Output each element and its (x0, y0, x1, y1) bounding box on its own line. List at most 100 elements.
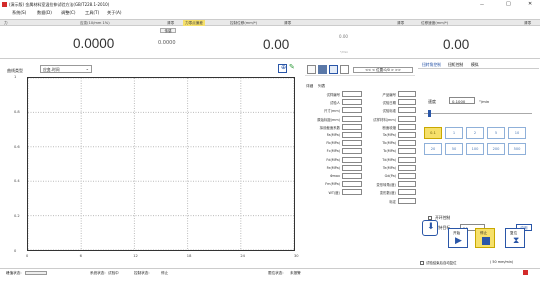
param-label-right: Te(MPa) (382, 165, 396, 170)
auto-reset-checkbox[interactable] (420, 261, 424, 265)
param-field-left[interactable] (342, 156, 362, 163)
param-label-right: 断面收缩 (382, 125, 396, 130)
curve-type-select[interactable]: 应变-时间 ⌄ (40, 65, 92, 73)
speed-slider-track[interactable] (424, 113, 532, 114)
down-arrow-button[interactable]: ⬇ (422, 220, 438, 236)
tab-detail[interactable]: 详细 (306, 84, 313, 89)
menu-about[interactable]: 关于(A) (107, 10, 122, 16)
return-button[interactable]: 复位 ⧗ (505, 228, 525, 248)
menu-adjust[interactable]: 调整(C) (61, 10, 76, 16)
title-bar: (演示版) 金属材料室温拉伸试验方法(GB/T228.1-2010) — □ ✕ (0, 0, 540, 9)
param-label-right: 试样材料(mm) (373, 117, 396, 122)
status-sensor-value: 未报警 (290, 271, 301, 275)
param-field-right[interactable] (398, 107, 416, 114)
x-tick-label: 6 (79, 254, 82, 258)
speed-input[interactable]: 0.1000 (449, 97, 475, 104)
status-sys-value: 试验中 (108, 271, 119, 275)
grid-icon[interactable] (340, 65, 349, 74)
params-toolbar: << < 位置:0/0 > >> (305, 64, 415, 76)
start-button[interactable]: 开始 ▶ (448, 228, 468, 248)
param-label-right: Gd(Pa) (384, 174, 396, 178)
speed-preset-button[interactable]: 1 (445, 127, 463, 139)
speed-preset-button[interactable]: 50 (445, 143, 463, 155)
clear-speed-button[interactable]: 清零 (524, 20, 531, 26)
param-field-right[interactable] (398, 132, 416, 138)
edit-pen-icon[interactable]: ✎ (289, 63, 298, 73)
tab-list[interactable]: 列表 (318, 84, 325, 89)
status-sys-label: 系统状态: (90, 271, 106, 275)
speed-preset-button[interactable]: 5 (487, 127, 505, 139)
param-label-left: 尺寸(mm) (323, 109, 340, 114)
speed-preset-button[interactable]: 500 (508, 143, 526, 155)
param-label-right: 试验日期 (382, 101, 396, 106)
values-divider (0, 58, 540, 59)
param-field-right[interactable] (398, 123, 416, 130)
nav-group[interactable]: << < 位置:0/0 > >> (353, 67, 413, 73)
param-field-right[interactable] (398, 148, 416, 155)
clear-disp-button[interactable]: 清零 (397, 20, 404, 26)
param-field-right[interactable] (398, 115, 416, 122)
param-label-right: Td(MPa) (382, 157, 396, 162)
param-field-left[interactable] (342, 99, 362, 106)
param-field-left[interactable] (342, 173, 362, 179)
status-bar: 峰值状态: 系统状态: 试验中 控制状态: 停止 限位状态: 未报警 (0, 268, 540, 281)
param-field-right[interactable] (398, 197, 416, 204)
sensor-button[interactable]: 传感 (160, 28, 176, 33)
param-field-right[interactable] (398, 91, 416, 97)
param-label-right: Tb(MPa) (382, 141, 396, 146)
speed-header: 位移速度(mm/*) (421, 21, 449, 25)
speed-preset-button[interactable]: 20 (424, 143, 442, 155)
clear-strain-button[interactable]: 清零 (284, 20, 291, 26)
curve-type-value: 应变-时间 (43, 67, 60, 72)
window-title: (演示版) 金属材料室温拉伸试验方法(GB/T228.1-2010) (9, 2, 110, 7)
close-button[interactable]: ✕ (528, 1, 532, 7)
y-tick-label: 0.4 (14, 179, 20, 184)
param-field-left[interactable] (342, 115, 362, 122)
param-field-right[interactable] (398, 140, 416, 147)
param-field-right[interactable] (398, 173, 416, 179)
clear-force-button[interactable]: 清零 (167, 20, 174, 26)
stop-button[interactable]: 停止 (475, 228, 495, 248)
param-label-left: 原始标距(mm) (317, 117, 340, 122)
maximize-button[interactable]: □ (506, 1, 511, 7)
chart-area[interactable] (27, 77, 295, 251)
param-field-right[interactable] (398, 164, 416, 171)
param-field-right[interactable] (398, 181, 416, 188)
status-ctrl-label: 控制状态: (134, 271, 150, 275)
minimize-button[interactable]: — (480, 2, 484, 7)
save-icon[interactable] (329, 65, 338, 74)
speed-slider-thumb[interactable] (428, 110, 431, 117)
arrow-down-icon: ⬇ (427, 222, 435, 232)
menu-system[interactable]: 系统(S) (12, 10, 26, 16)
param-field-left[interactable] (342, 181, 362, 188)
param-field-right[interactable] (398, 156, 416, 163)
menu-tools[interactable]: 工具(T) (85, 10, 99, 16)
speed-preset-button[interactable]: 10 (508, 127, 526, 139)
param-field-left[interactable] (342, 123, 362, 130)
param-label-right: 变形转角(度) (376, 183, 396, 188)
param-label-left: 拟设截面系数 (319, 125, 340, 130)
new-icon[interactable] (307, 65, 316, 74)
y-tick-label: 0 (14, 249, 17, 253)
auto-reset-label: 试验结束后自动复位 (426, 261, 457, 265)
speed-label: 速度 (428, 99, 436, 104)
param-field-left[interactable] (342, 140, 362, 147)
strain-header: 应变(10/mm 1%) (80, 21, 110, 25)
param-field-right[interactable] (398, 99, 416, 106)
param-field-left[interactable] (342, 132, 362, 138)
open-folder-icon[interactable] (318, 65, 327, 74)
menu-data[interactable]: 数据(D) (37, 10, 52, 16)
param-field-left[interactable] (342, 91, 362, 97)
param-field-right[interactable] (398, 189, 416, 196)
param-field-left[interactable] (342, 107, 362, 114)
speed-preset-button[interactable]: 0.1 (424, 127, 442, 139)
speed-preset-button[interactable]: 100 (466, 143, 484, 155)
zoom-icon[interactable]: ⊕ (278, 64, 287, 73)
speed-preset-button[interactable]: 200 (487, 143, 505, 155)
param-field-left[interactable] (342, 148, 362, 155)
speed-preset-button[interactable]: 2 (466, 127, 484, 139)
peak-value: 0.0000 (158, 40, 176, 46)
play-icon: ▶ (455, 236, 462, 246)
param-field-left[interactable] (342, 164, 362, 171)
param-field-left[interactable] (342, 189, 362, 196)
